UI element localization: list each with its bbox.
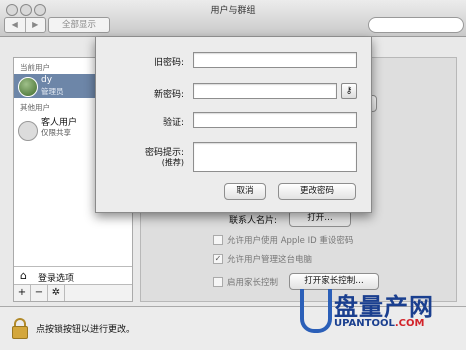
admin-label: 允许用户管理这台电脑 [227, 255, 313, 265]
window-title: 用户与群组 [210, 6, 256, 16]
user-name: dy [41, 75, 53, 85]
checkbox-parental-controls[interactable] [213, 277, 223, 287]
home-icon: ⌂ [20, 269, 27, 282]
verify-label: 验证: [162, 118, 184, 128]
parental-controls-label: 启用家长控制 [227, 278, 279, 288]
checkbox-admin[interactable]: ✓ [213, 254, 223, 264]
lock-status-text: 点按锁按钮以进行更改。 [36, 325, 136, 335]
remove-user-button[interactable]: − [31, 285, 48, 301]
site-watermark: 盘量产网 UPANTOOL.COM [298, 287, 464, 347]
login-options-item[interactable]: ⌂ 登录选项 [14, 266, 132, 285]
action-gear-button[interactable]: ✲ [48, 285, 65, 301]
watermark-brand: 盘量产网 [334, 293, 434, 321]
watermark-url: UPANTOOL.COM [334, 318, 424, 329]
back-button[interactable]: ◀ [5, 18, 25, 32]
show-all-button[interactable]: 全部显示 [48, 17, 110, 33]
change-password-button[interactable]: 更改密码 [278, 183, 356, 200]
cancel-button[interactable]: 取消 [224, 183, 266, 200]
sidebar-toolbar: + − ✲ [14, 284, 132, 301]
change-password-dialog: 旧密码: 新密码: ⚷ 验证: 密码提示: (推荐) 取消 更改密码 [95, 37, 372, 213]
password-assistant-key-icon[interactable]: ⚷ [341, 83, 357, 99]
search-input[interactable] [368, 17, 464, 33]
login-options-label: 登录选项 [38, 274, 75, 284]
user-role: 管理员 [41, 87, 64, 96]
users-groups-window: 用户与群组 ◀ ▶ 全部显示 当前用户 dy 管理员 其他用户 客人用户 仅限共… [0, 0, 466, 350]
other-users-header: 其他用户 [20, 103, 50, 112]
title-bar: 用户与群组 ◀ ▶ 全部显示 [0, 0, 466, 37]
current-users-header: 当前用户 [20, 63, 50, 72]
lock-icon[interactable] [12, 318, 28, 339]
user-avatar [18, 77, 38, 97]
watermark-url-main: UPANTOOL [334, 318, 395, 329]
add-user-button[interactable]: + [14, 285, 31, 301]
old-password-label: 旧密码: [153, 58, 184, 68]
guest-detail: 仅限共享 [41, 128, 71, 137]
contact-card-label: 联系人名片: [229, 216, 278, 226]
new-password-field[interactable] [193, 83, 337, 99]
password-hint-sublabel: (推荐) [161, 158, 184, 167]
old-password-field[interactable] [193, 52, 357, 68]
watermark-logo-icon [300, 289, 332, 333]
new-password-label: 新密码: [153, 90, 184, 100]
watermark-url-domain: .COM [394, 318, 425, 329]
verify-password-field[interactable] [193, 112, 357, 128]
forward-button[interactable]: ▶ [24, 18, 46, 32]
password-hint-field[interactable] [193, 142, 357, 172]
guest-avatar-icon [18, 121, 38, 141]
checkbox-reset-with-apple-id[interactable] [213, 235, 223, 245]
reset-with-apple-id-label: 允许用户使用 Apple ID 重设密码 [227, 236, 354, 246]
nav-buttons: ◀ ▶ [4, 17, 46, 33]
